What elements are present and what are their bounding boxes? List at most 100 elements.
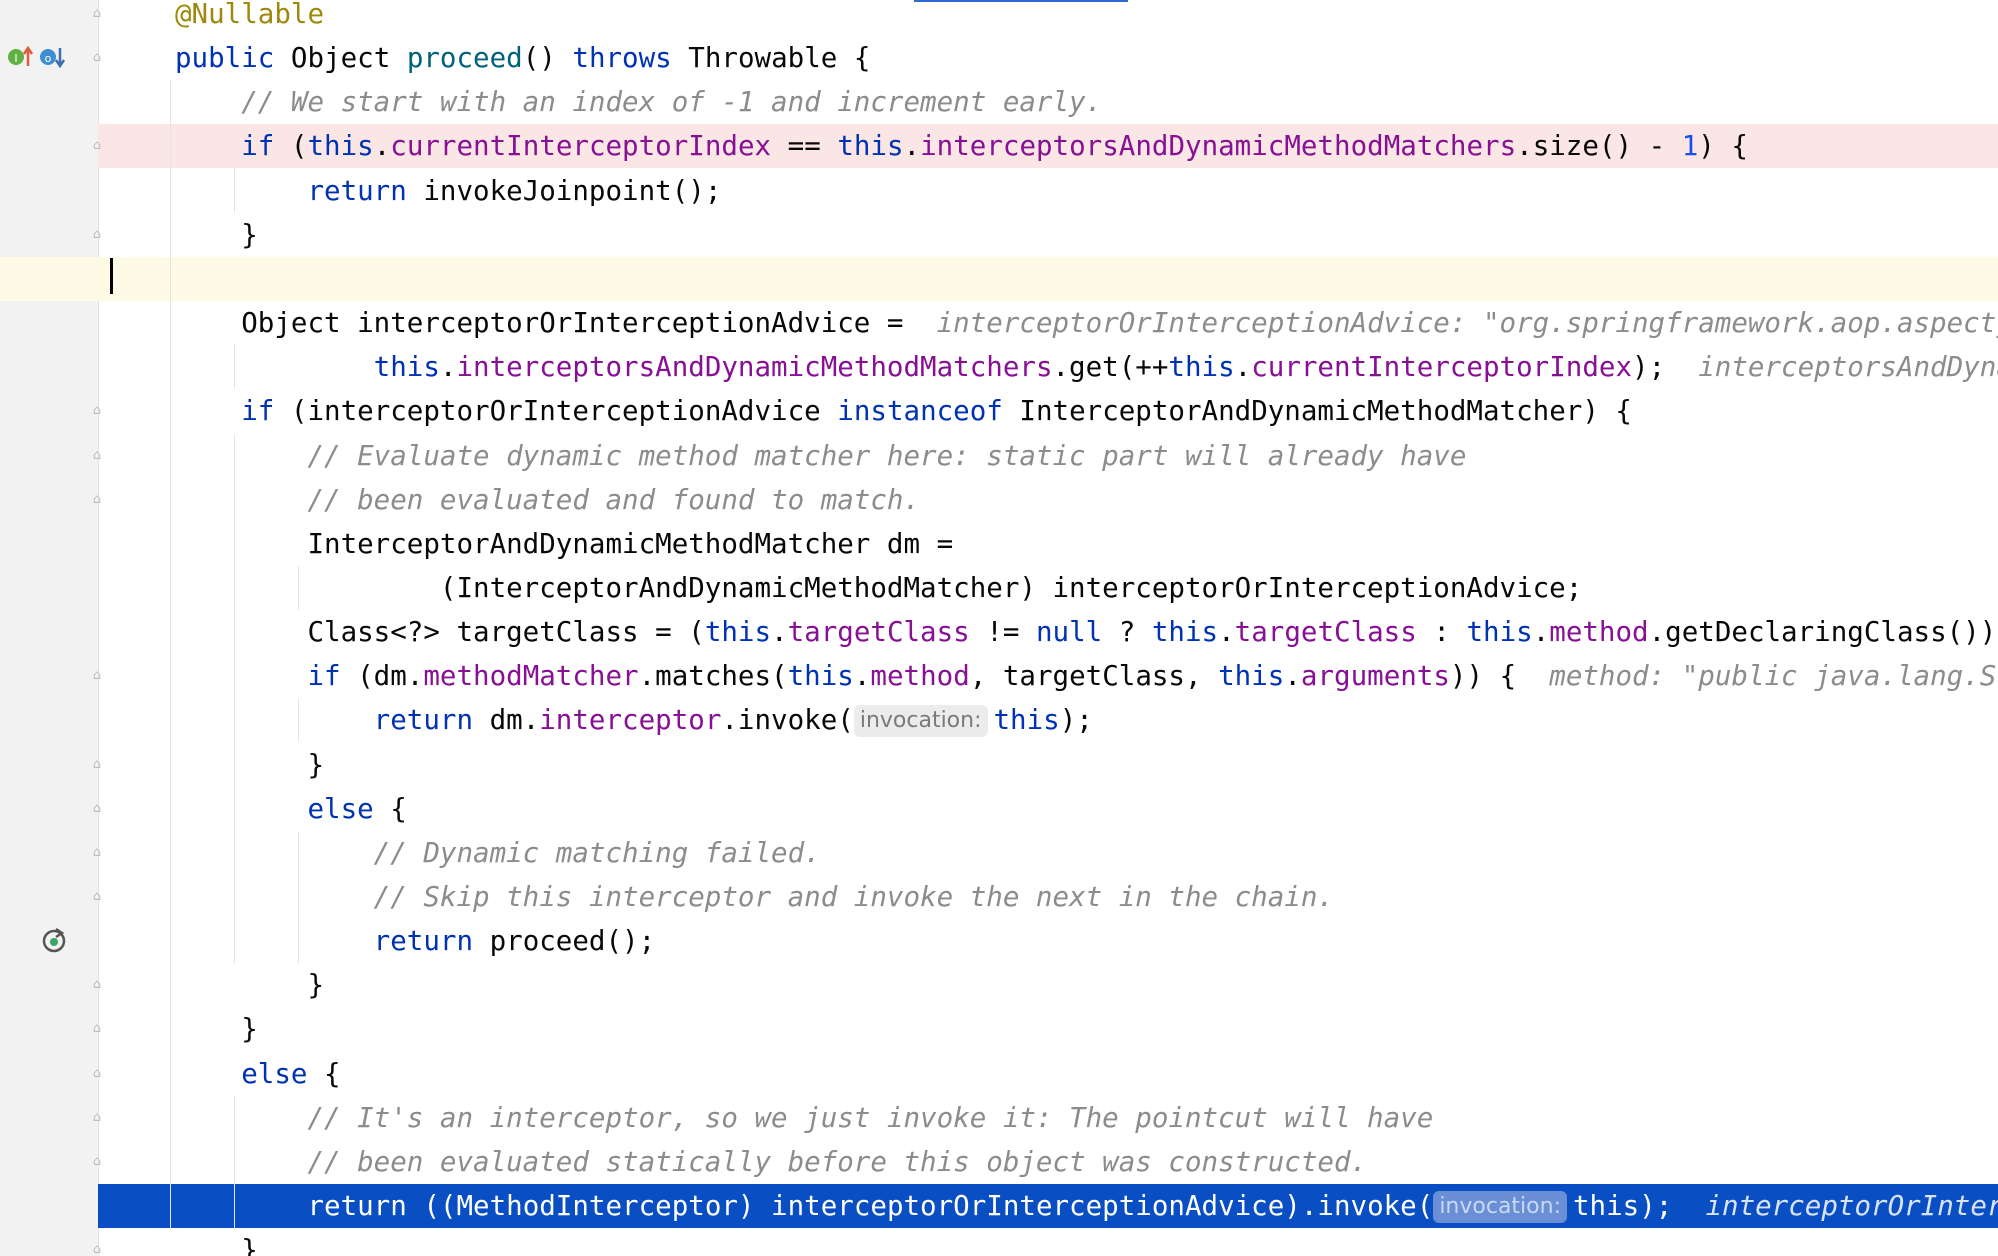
code-line[interactable]: }	[0, 213, 1998, 257]
fold-marker-icon[interactable]: ⌂	[89, 845, 105, 861]
code-token: // We start with an index of -1 and incr…	[175, 86, 1103, 118]
fold-marker-icon[interactable]: ⌂	[89, 448, 105, 464]
code-token: ) {	[1698, 130, 1748, 162]
code-token: // It's an interceptor, so we just invok…	[175, 1102, 1434, 1134]
inline-debug-value: method: "public java.lang.String"	[1549, 660, 1998, 692]
code-token: .	[853, 660, 871, 692]
fold-marker-icon[interactable]: ⌂	[89, 1066, 105, 1082]
fold-marker-icon[interactable]: ⌂	[89, 403, 105, 419]
code-token: (dm.	[357, 660, 424, 692]
code-token: targetClass	[1234, 616, 1417, 648]
line-text: Class<?> targetClass = (this.targetClass…	[175, 610, 1998, 654]
code-token: InterceptorAndDynamicMethodMatcher dm =	[175, 528, 954, 560]
indent-guide	[170, 80, 171, 1228]
code-token: instanceof	[837, 395, 1020, 427]
code-line[interactable]: else {	[0, 1052, 1998, 1096]
fold-marker-icon[interactable]: ⌂	[89, 138, 105, 154]
fold-marker-icon[interactable]: ⌂	[89, 227, 105, 243]
indent-guide	[298, 831, 299, 963]
code-line[interactable]: return invokeJoinpoint();	[0, 169, 1998, 213]
code-line[interactable]: // been evaluated and found to match.	[0, 478, 1998, 522]
line-text: this.interceptorsAndDynamicMethodMatcher…	[175, 345, 1998, 389]
code-token: else	[175, 793, 391, 825]
code-line[interactable]: return dm.interceptor.invoke(invocation:…	[0, 698, 1998, 742]
gutter-cell[interactable]	[0, 1184, 98, 1228]
fold-marker-icon[interactable]: ⌂	[89, 50, 105, 66]
code-token: .	[1532, 616, 1550, 648]
code-token: // Dynamic matching failed.	[175, 837, 821, 869]
code-line[interactable]: else {	[0, 787, 1998, 831]
code-token: ((MethodInterceptor) interceptorOrInterc…	[423, 1190, 1434, 1222]
line-text: Object interceptorOrInterceptionAdvice =…	[175, 301, 1998, 345]
code-line[interactable]: }	[0, 1228, 1998, 1256]
fold-marker-icon[interactable]: ⌂	[89, 6, 105, 22]
code-line[interactable]	[0, 257, 1998, 301]
code-token: .getDeclaringClass());	[1648, 616, 1998, 648]
fold-marker-icon[interactable]: ⌂	[89, 1021, 105, 1037]
code-token: .size() -	[1516, 130, 1682, 162]
code-token: // been evaluated statically before this…	[175, 1146, 1368, 1178]
fold-marker-icon[interactable]: ⌂	[89, 757, 105, 773]
code-token: )) {	[1449, 660, 1550, 692]
code-token: this	[1572, 1190, 1640, 1222]
line-text: }	[175, 1007, 258, 1051]
code-line[interactable]: if (this.currentInterceptorIndex == this…	[0, 124, 1998, 168]
code-token: currentInterceptorIndex	[1251, 351, 1633, 383]
fold-marker-icon[interactable]: ⌂	[89, 889, 105, 905]
code-token: this	[704, 616, 772, 648]
fold-marker-icon[interactable]: ⌂	[89, 1154, 105, 1170]
code-token: return	[175, 1190, 424, 1222]
code-token: .	[373, 130, 391, 162]
code-token: // Evaluate dynamic method matcher here:…	[175, 440, 1467, 472]
code-line[interactable]: // Skip this interceptor and invoke the …	[0, 875, 1998, 919]
parameter-hint: invocation:	[1433, 1191, 1567, 1223]
code-token: return	[175, 925, 490, 957]
line-text: public Object proceed() throws Throwable…	[175, 36, 870, 80]
code-line[interactable]: }	[0, 1007, 1998, 1051]
code-line[interactable]: Object interceptorOrInterceptionAdvice =…	[0, 301, 1998, 345]
indent-guide	[234, 1096, 235, 1228]
indent-guide	[234, 345, 235, 389]
code-token: InterceptorAndDynamicMethodMatcher) {	[1019, 395, 1632, 427]
code-token: {	[390, 793, 407, 825]
code-token: this	[307, 130, 374, 162]
code-line[interactable]: // We start with an index of -1 and incr…	[0, 80, 1998, 124]
gutter-cell[interactable]	[0, 124, 98, 168]
code-line[interactable]: InterceptorAndDynamicMethodMatcher dm =	[0, 522, 1998, 566]
fold-marker-icon[interactable]: ⌂	[89, 1242, 105, 1256]
code-line[interactable]: }	[0, 743, 1998, 787]
code-line[interactable]: // Dynamic matching failed.	[0, 831, 1998, 875]
code-token: .	[771, 616, 788, 648]
line-text: else {	[175, 787, 407, 831]
code-line[interactable]: @Nullable	[0, 0, 1998, 36]
code-line[interactable]: if (dm.methodMatcher.matches(this.method…	[0, 654, 1998, 698]
code-token: , targetClass,	[969, 660, 1219, 692]
fold-marker-icon[interactable]: ⌂	[89, 801, 105, 817]
code-line[interactable]: public Object proceed() throws Throwable…	[0, 36, 1998, 80]
code-line[interactable]: }	[0, 963, 1998, 1007]
line-text: InterceptorAndDynamicMethodMatcher dm =	[175, 522, 953, 566]
code-line[interactable]: this.interceptorsAndDynamicMethodMatcher…	[0, 345, 1998, 389]
code-editor[interactable]: Io @Nullable public Object proceed() thro…	[0, 0, 1998, 1256]
code-line[interactable]: // been evaluated statically before this…	[0, 1140, 1998, 1184]
code-line[interactable]: return ((MethodInterceptor) interceptorO…	[0, 1184, 1998, 1228]
fold-marker-icon[interactable]: ⌂	[89, 492, 105, 508]
code-token: method	[1549, 616, 1649, 648]
code-line[interactable]: if (interceptorOrInterceptionAdvice inst…	[0, 389, 1998, 433]
line-text: @Nullable	[175, 0, 324, 36]
code-line[interactable]: // It's an interceptor, so we just invok…	[0, 1096, 1998, 1140]
gutter-cell[interactable]	[0, 257, 98, 301]
code-token: }	[175, 749, 325, 781]
fold-marker-icon[interactable]: ⌂	[89, 668, 105, 684]
fold-marker-icon[interactable]: ⌂	[89, 977, 105, 993]
code-token: invokeJoinpoint();	[423, 175, 722, 207]
code-token: this	[787, 660, 854, 692]
code-line[interactable]: Class<?> targetClass = (this.targetClass…	[0, 610, 1998, 654]
fold-marker-icon[interactable]: ⌂	[89, 1110, 105, 1126]
code-line[interactable]: // Evaluate dynamic method matcher here:…	[0, 434, 1998, 478]
code-area[interactable]: @Nullable public Object proceed() throws …	[0, 0, 1998, 1256]
code-token: {	[324, 1058, 341, 1090]
code-line[interactable]: (InterceptorAndDynamicMethodMatcher) int…	[0, 566, 1998, 610]
line-text: }	[175, 743, 324, 787]
code-line[interactable]: return proceed();	[0, 919, 1998, 963]
